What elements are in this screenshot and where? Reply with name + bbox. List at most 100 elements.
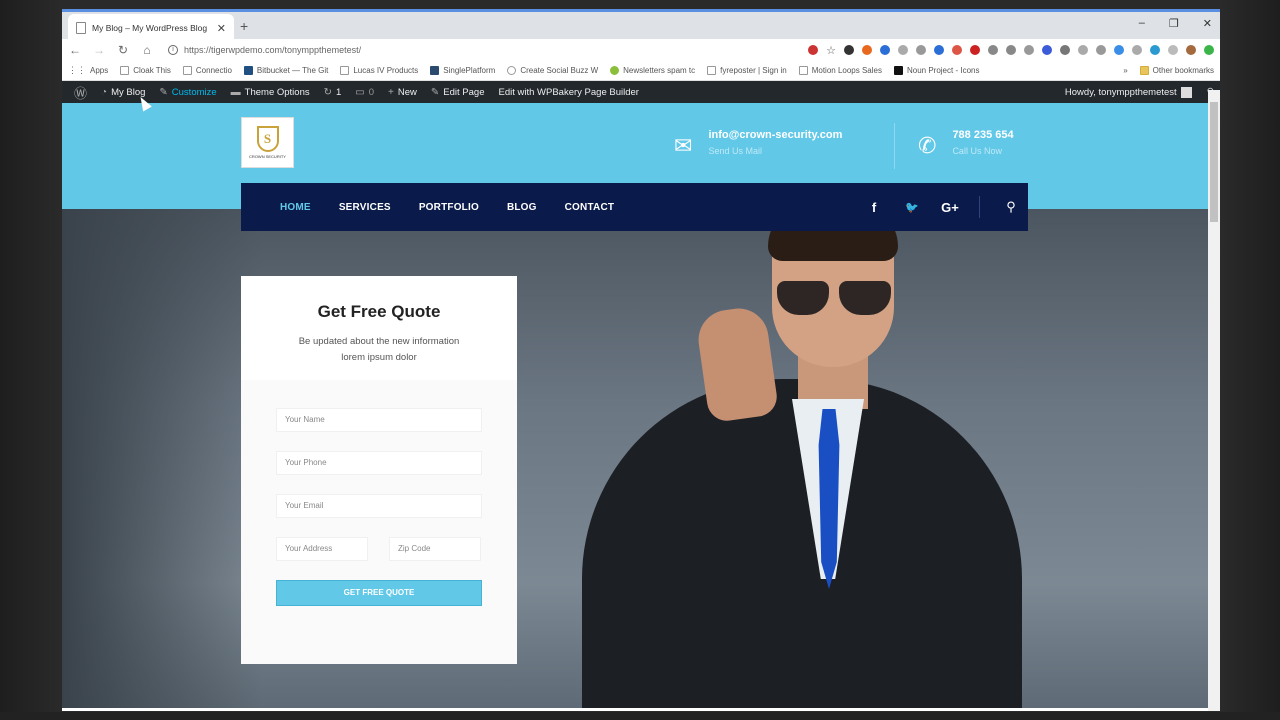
- bookmark-item[interactable]: Bitbucket — The Git: [243, 66, 328, 75]
- close-window-button[interactable]: ✕: [1203, 17, 1212, 30]
- folder-icon: [1139, 66, 1149, 75]
- extension-icon[interactable]: [934, 45, 944, 55]
- window-controls: – ❐ ✕: [1139, 17, 1212, 30]
- extension-icon[interactable]: [952, 45, 962, 55]
- extension-icon[interactable]: [1114, 45, 1124, 55]
- phone-field[interactable]: Your Phone: [276, 451, 482, 475]
- quote-subtitle: Be updated about the new information lor…: [241, 334, 517, 366]
- new-tab-button[interactable]: +: [240, 18, 248, 34]
- extension-icon[interactable]: [1132, 45, 1142, 55]
- comments-link[interactable]: ▭ 0: [348, 81, 381, 103]
- theme-options-link[interactable]: ▬ Theme Options: [224, 81, 317, 103]
- wordpress-logo-icon[interactable]: Ⓦ: [67, 81, 94, 103]
- browser-window: My Blog – My WordPress Blog ✕ + – ❐ ✕ ← …: [62, 9, 1220, 711]
- bookmark-star-icon[interactable]: ☆: [826, 44, 836, 57]
- address-bar[interactable]: i https://tigerwpdemo.com/tonymppthemete…: [164, 41, 734, 59]
- page-scrollbar[interactable]: [1208, 90, 1220, 711]
- facebook-icon[interactable]: f: [855, 200, 893, 215]
- other-bookmarks[interactable]: Other bookmarks: [1139, 66, 1214, 75]
- updates-icon: ↻: [323, 86, 332, 98]
- info-icon[interactable]: i: [168, 45, 178, 55]
- bitbucket-icon: [243, 66, 253, 75]
- name-field[interactable]: Your Name: [276, 408, 482, 432]
- extension-icon[interactable]: [1006, 45, 1016, 55]
- howdy-label: Howdy, tonymppthemetest: [1064, 86, 1177, 98]
- updates-link[interactable]: ↻ 1: [317, 81, 349, 103]
- bookmark-item[interactable]: SinglePlatform: [430, 66, 495, 75]
- wp-admin-bar: Ⓦ ◔ My Blog ✎ Customize ▬ Theme Options ↻ 1 …: [62, 81, 1220, 103]
- extension-icon[interactable]: [898, 45, 908, 55]
- extension-icon[interactable]: [844, 45, 854, 55]
- browser-tab[interactable]: My Blog – My WordPress Blog ✕: [68, 14, 234, 42]
- bookmark-apps[interactable]: ⋮⋮ Apps: [68, 65, 108, 76]
- extension-icon[interactable]: [1096, 45, 1106, 55]
- new-content-link[interactable]: + New: [381, 81, 424, 103]
- main-navigation: HOME SERVICES PORTFOLIO BLOG CONTACT f 🐦…: [241, 183, 1028, 231]
- extension-icon[interactable]: [1204, 45, 1214, 55]
- restore-button[interactable]: ❐: [1169, 17, 1179, 30]
- bookmark-item[interactable]: fyreposter | Sign in: [707, 66, 787, 75]
- extension-icon[interactable]: [1078, 45, 1088, 55]
- back-icon[interactable]: ←: [68, 43, 82, 57]
- bookmarks-overflow-button[interactable]: »: [1123, 66, 1127, 75]
- edit-page-link[interactable]: ✎ Edit Page: [424, 81, 492, 103]
- extension-icon[interactable]: [808, 45, 819, 55]
- screen-frame-left: [0, 0, 62, 720]
- nav-contact[interactable]: CONTACT: [565, 202, 615, 213]
- bookmarks-bar: ⋮⋮ Apps Cloak This Connectio Bitbucket — …: [62, 61, 1220, 81]
- extension-icon[interactable]: [1060, 45, 1070, 55]
- bookmark-item[interactable]: Motion Loops Sales: [798, 66, 882, 75]
- howdy-user-link[interactable]: Howdy, tonymppthemetest: [1058, 81, 1199, 103]
- bookmark-item[interactable]: Cloak This: [120, 66, 171, 75]
- phone-number[interactable]: 788 235 654: [952, 129, 1013, 141]
- reload-icon[interactable]: ↻: [116, 43, 130, 57]
- tab-close-icon[interactable]: ✕: [217, 22, 226, 35]
- extension-icon[interactable]: [916, 45, 926, 55]
- site-logo[interactable]: S CROWN SECURITY: [241, 117, 294, 168]
- customize-link[interactable]: ✎ Customize: [152, 81, 223, 103]
- email-address[interactable]: info@crown-security.com: [708, 129, 842, 141]
- extension-icon[interactable]: [1024, 45, 1034, 55]
- quote-form-card: Get Free Quote Be updated about the new …: [241, 276, 517, 664]
- nav-services[interactable]: SERVICES: [339, 202, 391, 213]
- email-field[interactable]: Your Email: [276, 494, 482, 518]
- scrollbar-thumb[interactable]: [1210, 102, 1218, 222]
- wpbakery-label: Edit with WPBakery Page Builder: [498, 86, 639, 98]
- extension-icon[interactable]: [880, 45, 890, 55]
- bookmark-item[interactable]: Lucas IV Products: [340, 66, 418, 75]
- home-icon[interactable]: ⌂: [140, 43, 154, 57]
- zip-field[interactable]: Zip Code: [389, 537, 481, 561]
- phone-contact[interactable]: ✆ 788 235 654 Call Us Now: [918, 129, 1014, 159]
- bookmark-item[interactable]: Create Social Buzz W: [507, 66, 598, 75]
- url-text[interactable]: https://tigerwpdemo.com/tonymppthemetest…: [184, 45, 361, 55]
- nav-portfolio[interactable]: PORTFOLIO: [419, 202, 479, 213]
- extension-icon[interactable]: [1150, 45, 1160, 55]
- singleplatform-icon: [430, 66, 440, 75]
- wpbakery-link[interactable]: Edit with WPBakery Page Builder: [492, 81, 646, 103]
- nav-blog[interactable]: BLOG: [507, 202, 537, 213]
- updates-count: 1: [336, 86, 342, 98]
- bookmark-item[interactable]: Connectio: [182, 66, 232, 75]
- email-subtext: Send Us Mail: [708, 146, 762, 156]
- twitter-icon[interactable]: 🐦: [893, 201, 931, 214]
- minimize-button[interactable]: –: [1139, 17, 1145, 30]
- extension-icon[interactable]: [970, 45, 980, 55]
- bookmark-label: Newsletters spam tc: [623, 66, 696, 75]
- extension-icon[interactable]: [988, 45, 998, 55]
- extension-icon[interactable]: [862, 45, 872, 55]
- search-icon[interactable]: ⚲: [994, 199, 1028, 215]
- extension-icon[interactable]: [1042, 45, 1052, 55]
- email-contact[interactable]: ✉ info@crown-security.com Send Us Mail: [674, 129, 842, 159]
- get-free-quote-button[interactable]: GET FREE QUOTE: [276, 580, 482, 606]
- bookmark-item[interactable]: Noun Project - Icons: [893, 66, 979, 75]
- nav-home[interactable]: HOME: [280, 202, 311, 213]
- quote-title: Get Free Quote: [317, 302, 441, 321]
- bookmark-item[interactable]: Newsletters spam tc: [610, 66, 695, 75]
- plus-icon: +: [388, 86, 394, 98]
- avatar[interactable]: [1186, 45, 1196, 55]
- pencil-icon: ✎: [430, 86, 440, 98]
- address-field[interactable]: Your Address: [276, 537, 368, 561]
- extension-icon[interactable]: [1168, 45, 1178, 55]
- forward-icon[interactable]: →: [92, 43, 106, 57]
- google-plus-icon[interactable]: G+: [931, 200, 969, 215]
